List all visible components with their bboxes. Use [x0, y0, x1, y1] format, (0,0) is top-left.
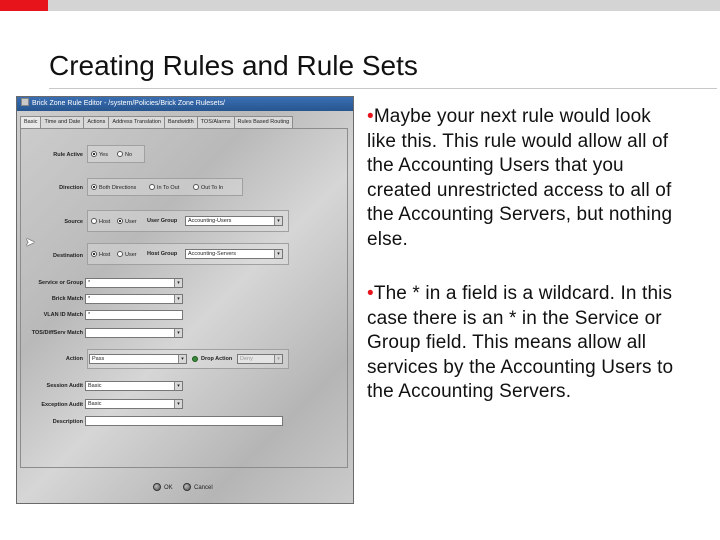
- radio-selected-icon: [91, 151, 97, 157]
- destination-label: Destination: [53, 253, 83, 259]
- radio-icon: [91, 218, 97, 224]
- vlan-id-match-input[interactable]: *: [85, 310, 183, 320]
- bullet-dot-icon: •: [367, 283, 374, 304]
- radio-icon: [117, 151, 123, 157]
- chevron-down-icon: ▾: [174, 382, 182, 390]
- description-input[interactable]: [85, 416, 283, 426]
- tab-bar: Basic Time and Date Actions Address Tran…: [20, 116, 294, 129]
- header-bar: [48, 0, 720, 11]
- action-label: Action: [65, 356, 83, 362]
- rule-active-yes[interactable]: Yes: [91, 151, 108, 158]
- direction-label: Direction: [59, 185, 83, 191]
- vlan-id-match-label: VLAN ID Match: [43, 312, 83, 318]
- radio-selected-icon: [91, 251, 97, 257]
- tab-rules-based-routing[interactable]: Rules Based Routing: [233, 116, 294, 128]
- rule-active-label: Rule Active: [53, 152, 83, 158]
- tab-time-and-date[interactable]: Time and Date: [40, 116, 85, 128]
- brick-match-label: Brick Match: [51, 296, 83, 302]
- service-or-group-label: Service or Group: [38, 280, 83, 286]
- radio-selected-icon: [117, 218, 123, 224]
- host-group-label: Host Group: [147, 251, 178, 257]
- chevron-down-icon: ▾: [174, 279, 182, 287]
- bullet-2-text: The * in a field is a wildcard. In this …: [367, 283, 674, 403]
- tab-actions[interactable]: Actions: [83, 116, 110, 128]
- bullet-1-text: Maybe your next rule would look like thi…: [367, 106, 673, 250]
- service-or-group-select[interactable]: * ▾: [85, 278, 183, 288]
- ok-button[interactable]: OK: [153, 483, 173, 491]
- bullet-2: •The * in a field is a wildcard. In this…: [367, 282, 682, 405]
- destination-host[interactable]: Host: [91, 251, 110, 258]
- action-status-icon: [192, 356, 198, 362]
- tos-diffserv-match-select[interactable]: ▾: [85, 328, 183, 338]
- tab-tos-alarms[interactable]: TOS/Alarms: [196, 116, 235, 128]
- exception-audit-select[interactable]: Basic ▾: [85, 399, 183, 409]
- radio-icon: [193, 184, 199, 190]
- chevron-down-icon: ▾: [274, 250, 282, 258]
- slide: Creating Rules and Rule Sets Brick Zone …: [0, 0, 720, 540]
- direction-both[interactable]: Both Directions: [91, 184, 136, 191]
- tab-address-translation[interactable]: Address Translation: [108, 116, 165, 128]
- drop-action-label: Drop Action: [201, 356, 233, 362]
- window-title-bar: Brick Zone Rule Editor - /system/Policie…: [17, 97, 353, 111]
- source-user[interactable]: User: [117, 218, 137, 225]
- rule-active-no[interactable]: No: [117, 151, 132, 158]
- chevron-down-icon: ▾: [274, 217, 282, 225]
- description-label: Description: [52, 419, 83, 425]
- chevron-down-icon: ▾: [174, 295, 182, 303]
- radio-selected-icon: [91, 184, 97, 190]
- chevron-down-icon: ▾: [174, 400, 182, 408]
- source-host[interactable]: Host: [91, 218, 110, 225]
- action-select[interactable]: Pass ▾: [89, 354, 187, 364]
- tab-bandwidth[interactable]: Bandwidth: [163, 116, 198, 128]
- destination-user[interactable]: User: [117, 251, 137, 258]
- window-app-icon: [21, 98, 29, 106]
- user-group-select[interactable]: Accounting-Users ▾: [185, 216, 283, 226]
- session-audit-label: Session Audit: [46, 383, 83, 389]
- slide-title: Creating Rules and Rule Sets: [49, 50, 418, 81]
- title-divider: [49, 88, 717, 89]
- ok-icon: [153, 483, 161, 491]
- radio-icon: [117, 251, 123, 257]
- rule-editor-window: Brick Zone Rule Editor - /system/Policie…: [16, 96, 354, 504]
- source-label: Source: [64, 219, 83, 225]
- cancel-button[interactable]: Cancel: [183, 483, 213, 491]
- bullet-dot-icon: •: [367, 106, 374, 127]
- drop-action-select[interactable]: Deny ▾: [237, 354, 283, 364]
- brick-match-select[interactable]: * ▾: [85, 294, 183, 304]
- window-title: Brick Zone Rule Editor - /system/Policie…: [32, 100, 225, 107]
- mouse-pointer-icon: ➤: [25, 235, 36, 249]
- cancel-icon: [183, 483, 191, 491]
- radio-icon: [149, 184, 155, 190]
- direction-out-to-in[interactable]: Out To In: [193, 184, 223, 191]
- user-group-label: User Group: [147, 218, 178, 224]
- chevron-down-icon: ▾: [274, 355, 282, 363]
- accent-bar: [0, 0, 48, 11]
- exception-audit-label: Exception Audit: [41, 402, 83, 408]
- bullet-1: •Maybe your next rule would look like th…: [367, 105, 682, 253]
- tos-diffserv-match-label: TOS/DiffServ Match: [31, 330, 83, 336]
- chevron-down-icon: ▾: [174, 329, 182, 337]
- host-group-select[interactable]: Accounting-Servers ▾: [185, 249, 283, 259]
- direction-in-to-out[interactable]: In To Out: [149, 184, 179, 191]
- chevron-down-icon: ▾: [178, 355, 186, 363]
- session-audit-select[interactable]: Basic ▾: [85, 381, 183, 391]
